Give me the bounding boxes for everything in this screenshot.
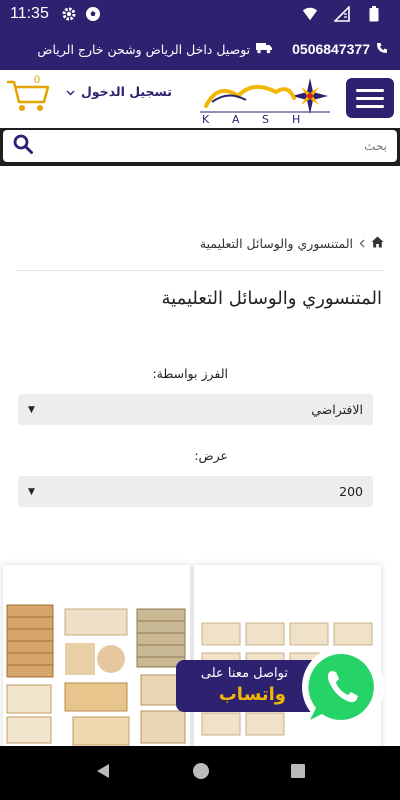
whatsapp-line1: تواصل معنا على — [200, 666, 288, 681]
breadcrumb: المتنسوري والوسائل التعليمية — [200, 236, 384, 251]
site-logo[interactable]: K A S H — [198, 76, 332, 126]
logo-letter: H — [292, 113, 300, 124]
cart-button[interactable]: 0 — [6, 74, 50, 114]
whatsapp-line2: واتساب — [218, 684, 286, 705]
menu-line — [356, 88, 384, 92]
logo-letter: K — [202, 113, 210, 124]
caret-down-icon: ▼ — [28, 486, 35, 497]
logo-letter: A — [232, 113, 240, 124]
search-bar — [0, 128, 400, 166]
settings-icon — [61, 6, 77, 22]
whatsapp-banner[interactable]: تواصل معنا على واتساب — [176, 660, 316, 712]
battery-icon — [366, 6, 382, 22]
delivery-text: توصيل داخل الرياض وشحن خارج الرياض — [37, 41, 251, 57]
cart-count-badge: 0 — [34, 74, 41, 86]
sort-label: الفرز بواسطة: — [152, 366, 228, 381]
show-value: 200 — [339, 484, 363, 499]
sort-select[interactable]: ▼ الافتراضي — [18, 394, 373, 425]
show-label: عرض: — [194, 448, 228, 463]
menu-line — [356, 104, 384, 108]
login-link[interactable]: تسجيل الدخول — [66, 84, 172, 99]
whatsapp-icon[interactable] — [300, 644, 386, 730]
caret-down-icon: ▼ — [28, 404, 35, 415]
signal-icon — [334, 6, 350, 22]
page-title: المتنسوري والوسائل التعليمية — [161, 288, 383, 309]
product-image — [6, 604, 186, 746]
phone-icon — [376, 42, 388, 57]
soccer-ball-icon — [85, 6, 101, 22]
divider — [16, 270, 384, 271]
phone-number[interactable]: 0506847377 — [292, 41, 370, 57]
search-box — [3, 130, 397, 162]
status-bar: 11:35 — [0, 0, 400, 28]
hamburger-menu-button[interactable] — [346, 78, 394, 118]
contact-bar: 0506847377 توصيل داخل الرياض وشحن خارج ا… — [0, 28, 400, 70]
menu-line — [356, 96, 384, 100]
login-label: تسجيل الدخول — [81, 84, 172, 99]
status-time: 11:35 — [10, 5, 49, 22]
recents-icon[interactable] — [290, 763, 306, 783]
sort-value: الافتراضي — [311, 402, 363, 417]
system-nav-bar — [0, 746, 400, 800]
search-input[interactable] — [33, 139, 387, 153]
search-icon[interactable] — [13, 134, 33, 158]
show-select[interactable]: ▼ 200 — [18, 476, 373, 507]
wifi-icon — [302, 6, 318, 22]
truck-icon — [256, 42, 273, 57]
logo-letter: S — [262, 113, 269, 124]
product-card[interactable] — [3, 565, 190, 750]
home-button-icon[interactable] — [192, 762, 210, 784]
chevron-down-icon — [66, 84, 75, 99]
back-icon[interactable] — [94, 762, 112, 784]
home-icon[interactable] — [371, 236, 384, 251]
site-header: K A S H تسجيل الدخول 0 — [0, 70, 400, 128]
chevron-left-icon — [359, 236, 365, 251]
breadcrumb-current: المتنسوري والوسائل التعليمية — [199, 236, 353, 251]
